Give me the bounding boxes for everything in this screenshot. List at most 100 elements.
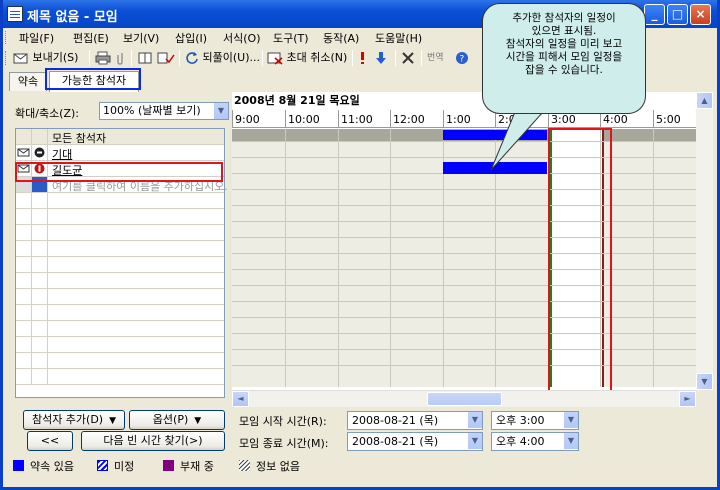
delete-x-icon	[402, 52, 414, 64]
help-callout: 추가한 참석자의 일정이 있으면 표시됨. 참석자의 일정을 미리 보고 시간을…	[482, 3, 646, 114]
scroll-thumb[interactable]	[427, 392, 502, 406]
attendee-name[interactable]: 기대	[52, 146, 72, 162]
time-slot-highlight-box	[548, 128, 612, 396]
empty-row	[16, 337, 224, 353]
minimize-button[interactable]: _	[644, 4, 665, 25]
svg-text:?: ?	[460, 55, 465, 65]
menu-help[interactable]: 도움말(H)	[375, 30, 422, 46]
address-book-icon	[138, 52, 152, 64]
meeting-window: 제목 없음 - 모임 _ □ × 파일(F) 편집(E) 보기(V) 삽입(I)…	[0, 0, 720, 490]
printer-icon	[95, 51, 111, 65]
menu-file[interactable]: 파일(F)	[19, 30, 54, 46]
options-button[interactable]: 옵션(P) ▼	[129, 410, 225, 430]
cancel-invite-button[interactable]: 초대 취소(N)	[267, 49, 347, 67]
tentative-swatch	[97, 460, 108, 471]
maximize-button[interactable]: □	[667, 4, 688, 25]
scroll-up-icon[interactable]: ▲	[696, 92, 713, 109]
time-label: 11:00	[338, 110, 373, 128]
importance-high-button[interactable]	[358, 49, 368, 67]
start-time-value: 오후 3:00	[496, 414, 545, 427]
callout-line: 잡을 수 있습니다.	[525, 64, 603, 76]
scroll-down-icon[interactable]: ▼	[696, 373, 713, 390]
start-time-select[interactable]: 오후 3:00 ▼	[491, 411, 579, 430]
busy-block-all	[443, 130, 547, 140]
paperclip-icon	[117, 53, 123, 65]
chevron-down-icon[interactable]: ▼	[563, 412, 578, 428]
empty-row	[16, 225, 224, 241]
chevron-down-icon[interactable]: ▼	[213, 103, 228, 119]
menu-format[interactable]: 서식(O)	[223, 30, 260, 46]
time-label: 4:00	[600, 110, 628, 128]
next-free-time-button[interactable]: 다음 빈 시간 찾기(>)	[81, 431, 225, 451]
callout-line: 참석자의 일정을 미리 보고	[505, 38, 623, 50]
time-label: 1:00	[443, 110, 471, 128]
scroll-right-icon[interactable]: ►	[679, 391, 696, 407]
help-icon: ?	[456, 52, 468, 65]
start-date-select[interactable]: 2008-08-21 (목) ▼	[347, 411, 483, 430]
chevron-down-icon[interactable]: ▼	[467, 412, 482, 428]
window-title: 제목 없음 - 모임	[27, 10, 118, 25]
menu-tools[interactable]: 도구(T)	[273, 30, 309, 46]
toolbar-separator	[262, 50, 263, 66]
print-button[interactable]	[95, 49, 111, 67]
schedule-panel: 2008년 8월 21일 목요일 9:00 10:00 11:00 12:00 …	[232, 92, 696, 406]
menu-actions[interactable]: 동작(A)	[323, 30, 359, 46]
empty-row	[16, 209, 224, 225]
callout-line: 시간을 피해서 모임 일정을	[505, 51, 623, 63]
chevron-down-icon[interactable]: ▼	[467, 433, 482, 449]
empty-row	[16, 305, 224, 321]
menu-insert[interactable]: 삽입(I)	[175, 30, 207, 46]
delete-button[interactable]	[401, 49, 415, 67]
menu-view[interactable]: 보기(V)	[123, 30, 159, 46]
zoom-select[interactable]: 100% (날짜별 보기) ▼	[99, 102, 229, 120]
legend-no-info: 정보 없음	[239, 458, 300, 474]
toolbar-separator	[352, 50, 353, 66]
cancel-invite-icon	[267, 52, 283, 65]
end-date-select[interactable]: 2008-08-21 (목) ▼	[347, 432, 483, 451]
recurrence-button[interactable]: 되풀이(U)...	[185, 49, 260, 67]
empty-row	[16, 321, 224, 337]
busy-block-attendee	[443, 162, 547, 174]
legend-tentative: 미정	[97, 458, 134, 474]
send-button[interactable]: 보내기(S)	[13, 49, 78, 67]
tab-highlight-box	[45, 68, 141, 90]
organizer-icon[interactable]	[32, 145, 48, 160]
empty-row	[16, 241, 224, 257]
empty-row	[16, 273, 224, 289]
dropdown-arrow-icon: ▼	[109, 416, 117, 426]
importance-low-button[interactable]	[375, 49, 387, 67]
help-button[interactable]: ?	[455, 49, 469, 67]
prev-free-time-button[interactable]: <<	[27, 431, 73, 451]
menu-edit[interactable]: 편집(E)	[73, 30, 109, 46]
mail-icon[interactable]	[16, 145, 32, 160]
exclamation-icon	[361, 52, 364, 64]
chevron-down-icon[interactable]: ▼	[563, 433, 578, 449]
freebusy-grid[interactable]	[232, 129, 696, 387]
attendee-row[interactable]: 기대	[16, 145, 224, 161]
scroll-left-icon[interactable]: ◄	[232, 391, 249, 407]
attach-button[interactable]	[115, 49, 127, 67]
end-time-select[interactable]: 오후 4:00 ▼	[491, 432, 579, 451]
address-book-button[interactable]	[137, 49, 153, 67]
check-names-button[interactable]	[157, 49, 175, 67]
translate-button[interactable]: 번역	[427, 49, 444, 67]
close-button[interactable]: ×	[690, 4, 711, 25]
empty-row	[16, 353, 224, 369]
down-arrow-icon	[376, 52, 386, 64]
zoom-value: 100% (날짜별 보기)	[103, 104, 201, 117]
horizontal-scrollbar[interactable]: ◄ ►	[232, 390, 696, 407]
busy-swatch	[13, 460, 24, 471]
recurrence-label: 되풀이(U)...	[202, 51, 260, 64]
recurrence-icon	[186, 52, 198, 64]
add-attendees-button[interactable]: 참석자 추가(D) ▼	[23, 410, 125, 430]
vertical-scrollbar[interactable]: ▲ ▼	[696, 92, 713, 390]
callout-line: 있으면 표시됨.	[531, 25, 597, 37]
empty-row	[16, 257, 224, 273]
tab-appointment[interactable]: 약속	[9, 72, 47, 91]
end-time-value: 오후 4:00	[496, 435, 545, 448]
empty-row	[16, 369, 224, 385]
dropdown-arrow-icon: ▼	[194, 416, 202, 426]
start-date-value: 2008-08-21 (목)	[352, 414, 439, 427]
time-label: 5:00	[653, 110, 681, 128]
time-label: 3:00	[548, 110, 576, 128]
